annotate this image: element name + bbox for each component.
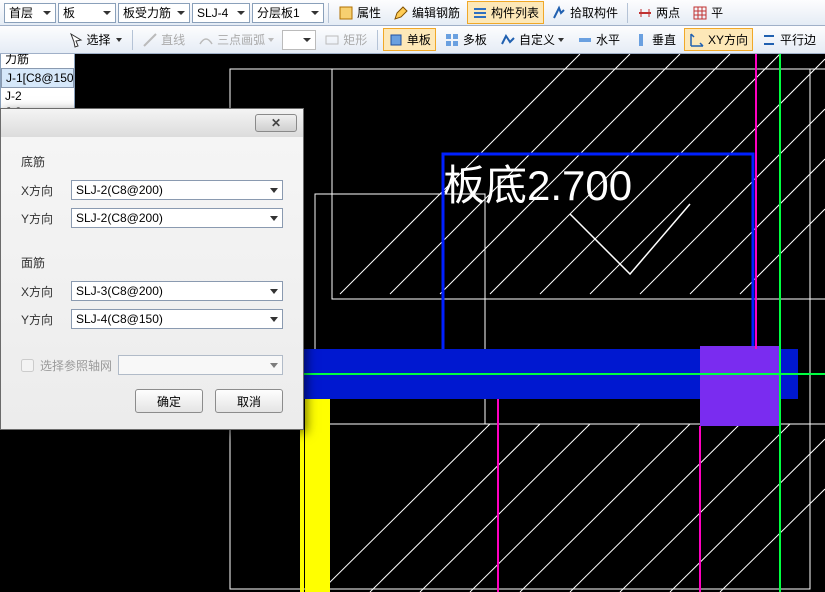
two-point-button[interactable]: 两点 (632, 1, 685, 24)
properties-icon (338, 5, 354, 21)
horizontal-button[interactable]: 水平 (572, 28, 625, 51)
group-title-bottom: 底筋 (21, 153, 283, 170)
two-point-icon (637, 5, 653, 21)
arc-button: 三点画弧 (193, 28, 279, 51)
cancel-button[interactable]: 取消 (215, 389, 283, 413)
ref-axis-label: 选择参照轴网 (40, 357, 112, 374)
group-title-top: 面筋 (21, 254, 283, 271)
toolbar-secondary: 选择 直线 三点画弧 矩形 单板 多板 自定义 水平 垂直 XY方向 平行边 (0, 26, 825, 54)
rebar-direction-dialog: ✕ 底筋 X方向 SLJ-2(C8@200) Y方向 SLJ-2(C8@200)… (0, 108, 304, 430)
arc-icon (198, 32, 214, 48)
toolbar-primary: 首层 板 板受力筋 SLJ-4 分层板1 属性 编辑钢筋 构件列表 拾取构件 两… (0, 0, 825, 26)
slj-dropdown[interactable]: SLJ-4 (192, 3, 250, 23)
bottom-y-select[interactable]: SLJ-2(C8@200) (71, 208, 283, 228)
multi-panel-button[interactable]: 多板 (439, 28, 492, 51)
custom-button[interactable]: 自定义 (495, 28, 569, 51)
pencil-icon (393, 5, 409, 21)
properties-button[interactable]: 属性 (333, 1, 386, 24)
rect-icon (324, 32, 340, 48)
close-icon: ✕ (271, 116, 281, 130)
ref-axis-checkbox (21, 359, 34, 372)
style-dropdown[interactable] (282, 30, 316, 50)
list-icon (472, 5, 488, 21)
shoulijin-dropdown[interactable]: 板受力筋 (118, 3, 190, 23)
single-panel-icon (388, 32, 404, 48)
y-label: Y方向 (21, 210, 63, 227)
xy-icon (689, 32, 705, 48)
layer-dropdown[interactable]: 首层 (4, 3, 56, 23)
line-button: 直线 (137, 28, 190, 51)
line-icon (142, 32, 158, 48)
y-label: Y方向 (21, 311, 63, 328)
parallel-edge-button[interactable]: 平行边 (756, 28, 821, 51)
ok-button[interactable]: 确定 (135, 389, 203, 413)
canvas-annotation: 板底2.700 (443, 152, 632, 213)
component-list-button[interactable]: 构件列表 (467, 1, 544, 24)
vertical-button[interactable]: 垂直 (628, 28, 681, 51)
multi-panel-icon (444, 32, 460, 48)
close-button[interactable]: ✕ (255, 114, 297, 132)
bottom-x-select[interactable]: SLJ-2(C8@200) (71, 180, 283, 200)
list-item[interactable]: J-2 (1, 88, 74, 104)
top-y-select[interactable]: SLJ-4(C8@150) (71, 309, 283, 329)
single-panel-button[interactable]: 单板 (383, 28, 436, 51)
xy-direction-button[interactable]: XY方向 (684, 28, 753, 51)
ban-dropdown[interactable]: 板 (58, 3, 116, 23)
grid-icon (692, 5, 708, 21)
list-item[interactable]: J-1[C8@150] (1, 68, 74, 88)
fenceng-dropdown[interactable]: 分层板1 (252, 3, 324, 23)
horizontal-icon (577, 32, 593, 48)
x-label: X方向 (21, 182, 63, 199)
top-x-select[interactable]: SLJ-3(C8@200) (71, 281, 283, 301)
cursor-icon (68, 32, 84, 48)
edit-rebar-button[interactable]: 编辑钢筋 (388, 1, 465, 24)
grid-button[interactable]: 平 (687, 1, 728, 24)
parallel-icon (761, 32, 777, 48)
ref-axis-select (118, 355, 283, 375)
rect-button: 矩形 (319, 28, 372, 51)
pick-component-button[interactable]: 拾取构件 (546, 1, 623, 24)
x-label: X方向 (21, 283, 63, 300)
vertical-icon (633, 32, 649, 48)
picker-icon (551, 5, 567, 21)
dialog-titlebar[interactable]: ✕ (1, 109, 303, 137)
custom-icon (500, 32, 516, 48)
select-button[interactable]: 选择 (63, 28, 127, 51)
